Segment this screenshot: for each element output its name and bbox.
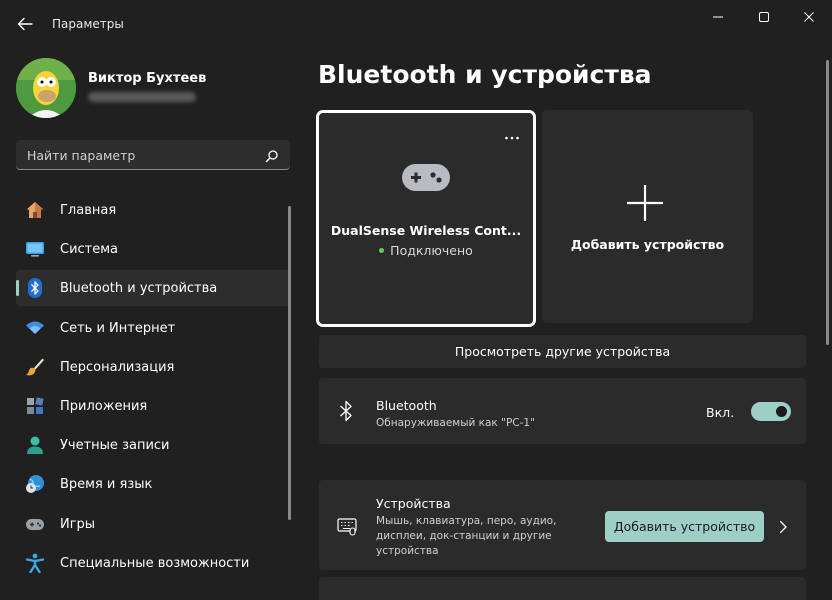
user-name: Виктор Бухтеев [88,71,207,86]
devices-title: Устройства [376,496,451,511]
sidebar-item-personalization[interactable]: Персонализация [16,349,290,385]
bluetooth-toggle[interactable] [751,402,791,421]
search-placeholder: Найти параметр [27,148,136,163]
sidebar-nav: Главная Система Bluetooth и устройства С… [16,192,290,584]
sidebar-item-gaming[interactable]: Игры [16,506,290,542]
device-card-dualsense[interactable]: DualSense Wireless Cont... Подключено [316,110,536,327]
home-icon [25,200,45,220]
maximize-icon[interactable] [744,6,784,28]
sidebar-item-bluetooth[interactable]: Bluetooth и устройства [16,270,290,307]
devices-description: Мышь, клавиатура, перо, аудио, дисплеи, … [376,515,557,557]
back-arrow-icon[interactable] [14,13,36,35]
toggle-knob [776,406,787,417]
device-status: Подключено [319,243,533,258]
sidebar-scrollbar[interactable] [288,206,291,520]
add-device-button[interactable]: Добавить устройство [605,511,764,542]
sidebar-item-label: Персонализация [60,359,175,375]
keyboard-mouse-icon [337,518,357,536]
user-email-blurred [88,92,196,102]
account-icon [25,435,45,455]
devices-setting-row[interactable]: Устройства Мышь, клавиатура, перо, аудио… [319,480,806,570]
sidebar-item-label: Учетные записи [60,438,170,454]
avatar [16,58,76,118]
device-status-text: Подключено [390,243,473,258]
next-setting-row[interactable] [319,577,806,600]
sidebar-item-time-language[interactable]: Время и язык [16,466,290,502]
view-more-devices-button[interactable]: Просмотреть другие устройства [319,335,806,368]
accessibility-icon [25,553,45,573]
plus-icon [626,184,664,222]
search-input[interactable]: Найти параметр [16,140,290,170]
add-device-card-label: Добавить устройство [570,237,725,252]
sidebar-item-label: Приложения [60,398,148,414]
sidebar-item-label: Главная [60,203,117,218]
gamepad-icon [25,514,45,534]
sidebar-item-accessibility[interactable]: Специальные возможности [16,545,290,581]
sidebar-item-label: Игры [60,516,96,532]
device-name: DualSense Wireless Cont... [330,223,522,238]
main-scrollbar[interactable] [826,60,829,345]
sidebar-item-label: Bluetooth и устройства [60,281,218,297]
bluetooth-icon [25,278,45,299]
sidebar-item-label: Специальные возможности [60,555,250,571]
bluetooth-subtitle: Обнаруживаемый как "PC-1" [376,417,535,429]
close-icon[interactable] [789,6,829,28]
minimize-icon[interactable] [698,6,738,28]
sidebar-item-label: Система [60,242,119,258]
sidebar-item-label: Время и язык [60,477,153,493]
page-title: Bluetooth и устройства [318,60,652,89]
sidebar-item-apps[interactable]: Приложения [16,388,290,424]
sidebar-item-label: Сеть и Интернет [60,320,176,336]
sidebar-item-home[interactable]: Главная [16,192,290,228]
system-display-icon [25,239,45,259]
apps-icon [25,396,45,416]
title-bar: Параметры [0,0,832,48]
bluetooth-toggle-label: Вкл. [706,405,735,420]
chevron-right-icon[interactable] [778,519,788,534]
gamepad-icon [401,161,451,193]
search-icon[interactable] [265,148,279,163]
sidebar-item-system[interactable]: Система [16,231,290,267]
bluetooth-setting-row: Bluetooth Обнаруживаемый как "PC-1" Вкл. [319,378,806,444]
sidebar-item-accounts[interactable]: Учетные записи [16,427,290,463]
bluetooth-icon [339,400,353,422]
user-profile[interactable]: Виктор Бухтеев [16,58,286,118]
brush-icon [25,357,45,377]
more-options-icon[interactable] [504,126,520,140]
bluetooth-title: Bluetooth [376,398,437,413]
globe-clock-icon [25,474,45,494]
window-title: Параметры [52,17,124,31]
sidebar-item-network[interactable]: Сеть и Интернет [16,310,290,346]
add-device-card[interactable]: Добавить устройство [542,110,753,323]
connected-status-dot [379,248,385,253]
wifi-icon [25,318,45,338]
